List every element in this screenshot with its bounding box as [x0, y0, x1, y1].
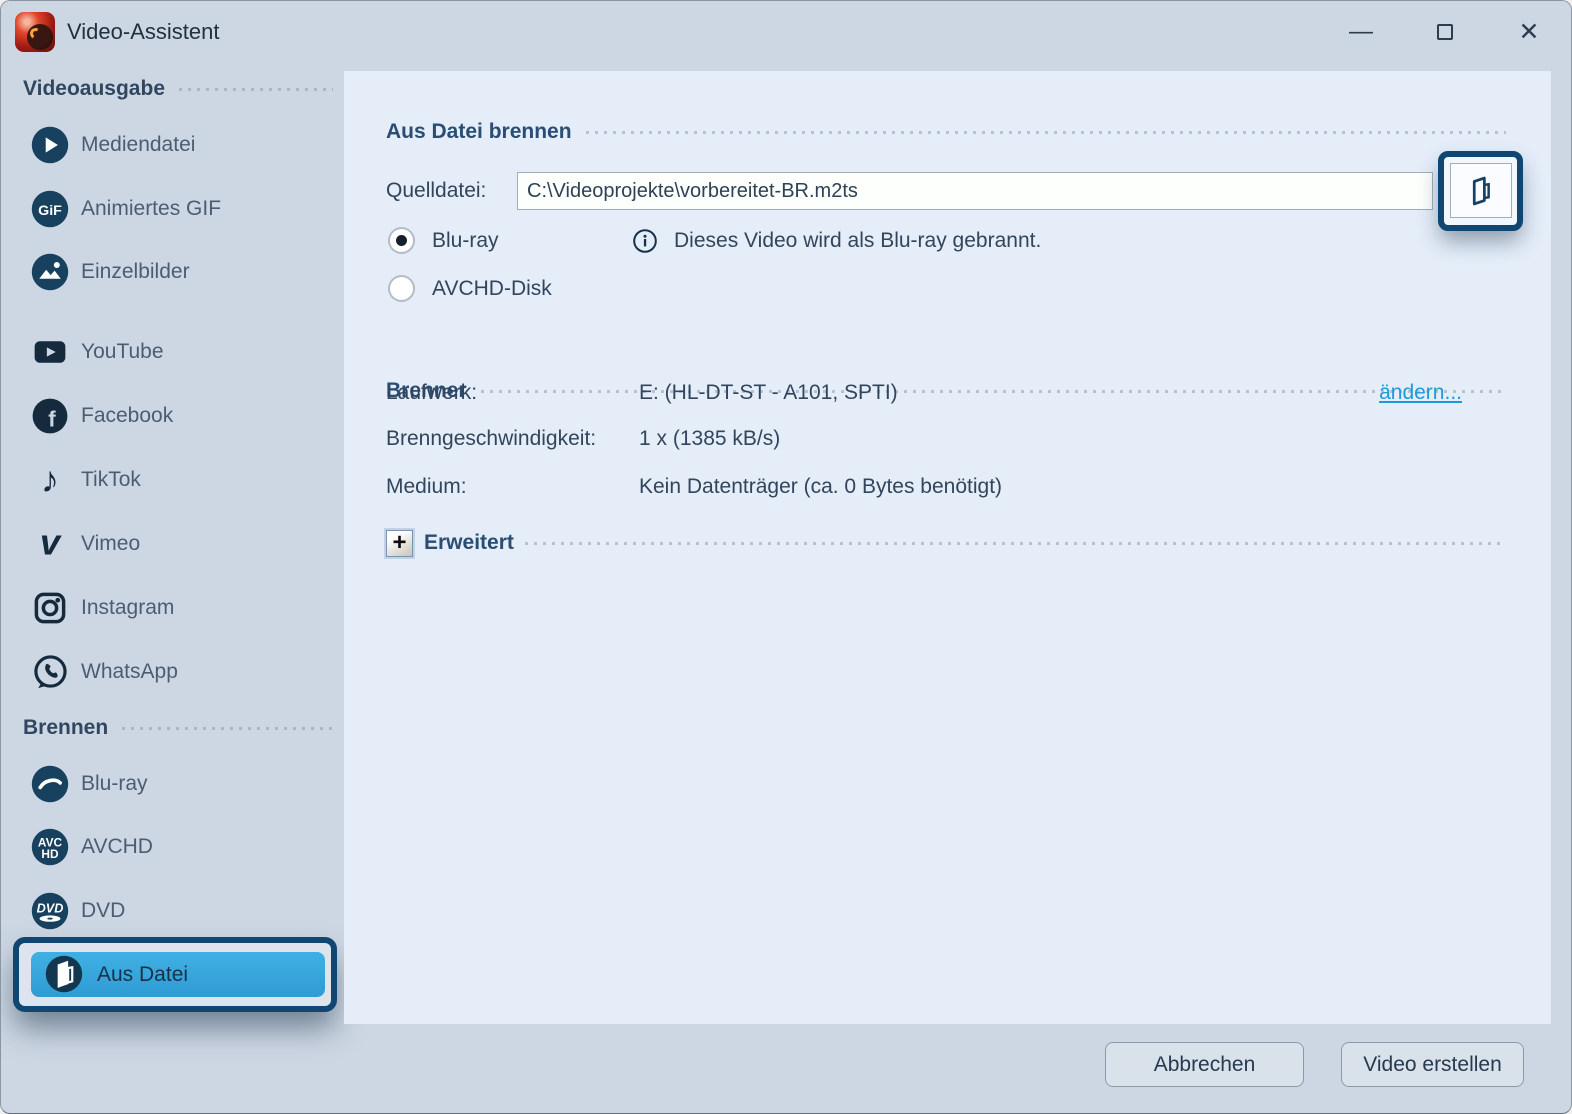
- sidebar-item-label: WhatsApp: [81, 648, 178, 696]
- source-file-input[interactable]: [517, 172, 1433, 210]
- sidebar-section-brennen: Brennen: [23, 706, 333, 750]
- from-file-icon: [45, 955, 83, 993]
- radio-label: Blu-ray: [432, 219, 499, 263]
- open-file-icon: [1463, 173, 1499, 209]
- svg-text:DVD: DVD: [37, 902, 64, 916]
- images-icon: [31, 253, 69, 291]
- row-label: Medium:: [386, 467, 467, 507]
- whatsapp-icon: [31, 653, 69, 691]
- source-file-label: Quelldatei:: [386, 171, 486, 211]
- bluray-icon: [31, 765, 69, 803]
- dotted-rule: [122, 727, 333, 730]
- sidebar-item-label: Vimeo: [81, 520, 140, 568]
- maximize-button[interactable]: [1417, 1, 1473, 63]
- close-icon: ✕: [1519, 17, 1540, 47]
- radio-row-avchd: AVCHD-Disk: [344, 267, 1551, 311]
- create-video-button[interactable]: Video erstellen: [1341, 1042, 1524, 1087]
- section-label: Brennen: [23, 716, 108, 740]
- row-label: Laufwerk:: [386, 373, 477, 413]
- avchd-disk-radio[interactable]: [388, 275, 415, 302]
- sidebar-item-label: Aus Datei: [97, 952, 188, 997]
- tiktok-icon: ♪: [31, 461, 69, 499]
- sidebar-item-label: AVCHD: [81, 823, 153, 871]
- burner-row-speed: Brenngeschwindigkeit: 1 x (1385 kB/s): [344, 419, 1551, 459]
- sidebar-item-whatsapp[interactable]: WhatsApp: [1, 648, 344, 696]
- app-window: Video-Assistent — ✕ Videoausgabe Mediend…: [0, 0, 1572, 1114]
- radio-row-bluray: Blu-ray Dieses Video wird als Blu-ray ge…: [344, 219, 1551, 263]
- burner-row-laufwerk: Laufwerk: E: (HL-DT-ST - A101, SPTI) änd…: [344, 373, 1551, 413]
- advanced-label: Erweitert: [424, 531, 514, 555]
- vimeo-icon: v: [31, 525, 69, 563]
- sidebar-item-vimeo[interactable]: v Vimeo: [1, 520, 344, 568]
- row-value: 1 x (1385 kB/s): [639, 419, 780, 459]
- sidebar-item-label: Mediendatei: [81, 121, 195, 169]
- sidebar-item-label: Instagram: [81, 584, 174, 632]
- row-value: E: (HL-DT-ST - A101, SPTI): [639, 373, 898, 413]
- advanced-expander-row: + Erweitert: [386, 523, 1506, 563]
- titlebar: Video-Assistent — ✕: [1, 1, 1571, 71]
- row-label: Brenngeschwindigkeit:: [386, 419, 596, 459]
- dotted-rule: [586, 131, 1506, 134]
- avchd-icon: AVCHD: [31, 828, 69, 866]
- expand-plus-button[interactable]: +: [386, 530, 413, 557]
- gif-icon: GiF: [31, 190, 69, 228]
- dotted-rule: [179, 88, 333, 91]
- dvd-icon: DVD: [31, 892, 69, 930]
- sidebar-item-label: YouTube: [81, 328, 164, 376]
- radio-label: AVCHD-Disk: [432, 267, 552, 311]
- minimize-icon: —: [1349, 18, 1373, 46]
- window-title: Video-Assistent: [67, 1, 219, 63]
- section-header-aus-datei-brennen: Aus Datei brennen: [386, 112, 1506, 152]
- sidebar-item-dvd[interactable]: DVD DVD: [1, 887, 344, 935]
- youtube-icon: [31, 333, 69, 371]
- bluray-radio[interactable]: [388, 227, 415, 254]
- svg-text:v: v: [40, 525, 62, 562]
- svg-text:♪: ♪: [41, 461, 59, 499]
- facebook-icon: f: [31, 397, 69, 435]
- instagram-icon: [31, 589, 69, 627]
- sidebar-item-label: Blu-ray: [81, 760, 148, 808]
- close-button[interactable]: ✕: [1501, 1, 1557, 63]
- sidebar-item-facebook[interactable]: f Facebook: [1, 392, 344, 440]
- minimize-button[interactable]: —: [1333, 1, 1389, 63]
- sidebar-item-label: Facebook: [81, 392, 173, 440]
- info-text: Dieses Video wird als Blu-ray gebrannt.: [674, 219, 1041, 263]
- dotted-rule: [525, 542, 1506, 545]
- info-icon: [632, 228, 658, 254]
- sidebar-item-youtube[interactable]: YouTube: [1, 328, 344, 376]
- browse-file-button[interactable]: [1450, 163, 1512, 218]
- sidebar-item-animiertes-gif[interactable]: GiF Animiertes GIF: [1, 185, 344, 233]
- sidebar-section-videoausgabe: Videoausgabe: [23, 67, 333, 111]
- cancel-button[interactable]: Abbrechen: [1105, 1042, 1304, 1087]
- maximize-icon: [1437, 24, 1453, 40]
- change-drive-link[interactable]: ändern...: [1379, 373, 1462, 413]
- svg-text:GiF: GiF: [38, 203, 62, 219]
- sidebar-item-label: Einzelbilder: [81, 248, 190, 296]
- app-logo-icon: [15, 12, 55, 52]
- sidebar-item-mediendatei[interactable]: Mediendatei: [1, 121, 344, 169]
- sidebar-item-tiktok[interactable]: ♪ TikTok: [1, 456, 344, 504]
- sidebar-item-aus-datei-selected[interactable]: Aus Datei: [31, 952, 325, 997]
- sidebar-item-label: Animiertes GIF: [81, 185, 221, 233]
- section-label: Videoausgabe: [23, 77, 165, 101]
- row-value: Kein Datenträger (ca. 0 Bytes benötigt): [639, 467, 1002, 507]
- svg-text:f: f: [48, 406, 56, 431]
- sidebar-item-label: DVD: [81, 887, 125, 935]
- section-title: Aus Datei brennen: [386, 120, 572, 144]
- sidebar-item-einzelbilder[interactable]: Einzelbilder: [1, 248, 344, 296]
- sidebar-item-avchd[interactable]: AVCHD AVCHD: [1, 823, 344, 871]
- sidebar-item-bluray[interactable]: Blu-ray: [1, 760, 344, 808]
- burner-row-medium: Medium: Kein Datenträger (ca. 0 Bytes be…: [344, 467, 1551, 507]
- main-panel: Aus Datei brennen Quelldatei: Blu-ray Di…: [344, 71, 1551, 1024]
- sidebar-item-label: TikTok: [81, 456, 141, 504]
- sidebar-item-instagram[interactable]: Instagram: [1, 584, 344, 632]
- svg-text:HD: HD: [41, 847, 59, 861]
- play-icon: [31, 126, 69, 164]
